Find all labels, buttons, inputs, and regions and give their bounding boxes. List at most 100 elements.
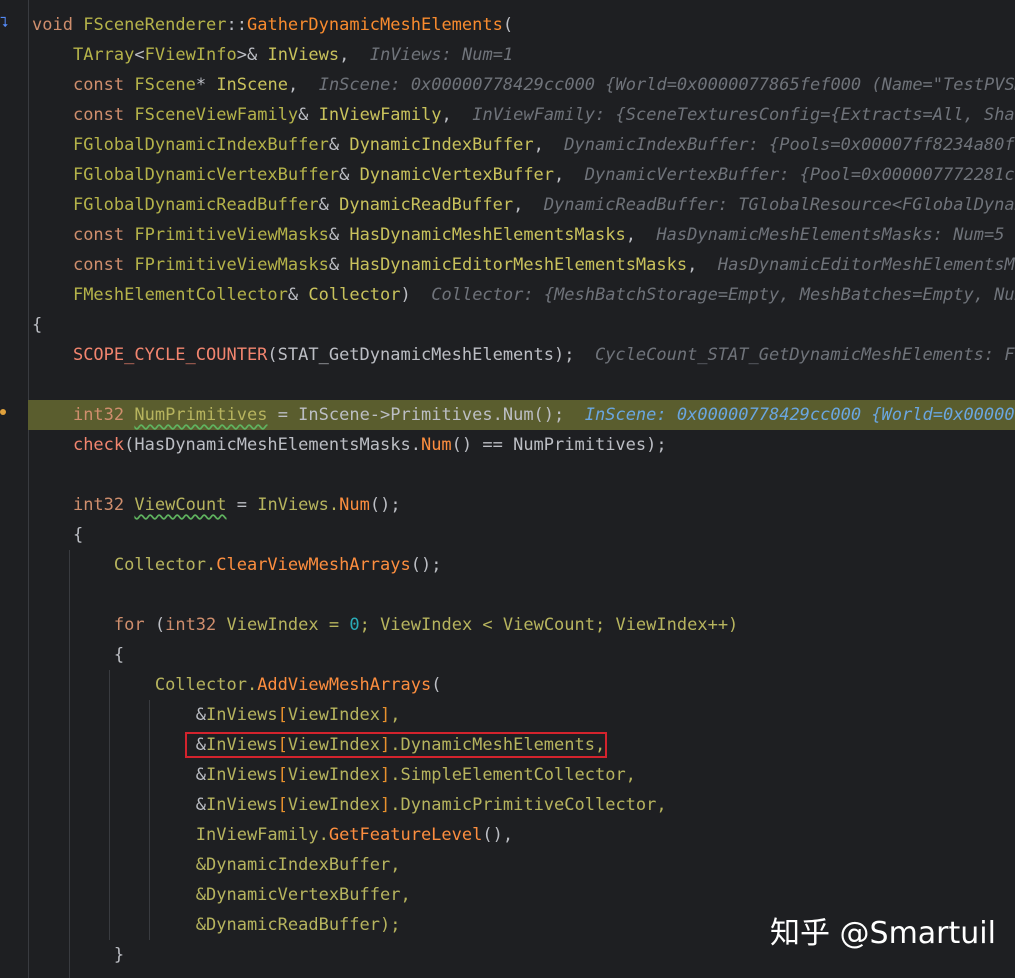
execution-point-icon bbox=[0, 409, 6, 415]
code-token: ; ViewIndex < ViewCount; ViewIndex++) bbox=[359, 615, 739, 635]
code-line[interactable]: { bbox=[32, 310, 1015, 340]
code-token: & bbox=[328, 225, 340, 245]
code-token: { bbox=[32, 525, 84, 545]
code-token: .SimpleElementCollector, bbox=[390, 765, 636, 785]
inline-debug-hint: InScene: 0x00000778429cc000 {World=0x000… bbox=[584, 405, 1015, 425]
code-token: SCOPE_CYCLE_COUNTER bbox=[72, 345, 268, 365]
code-line[interactable]: for (int32 ViewIndex = 0; ViewIndex < Vi… bbox=[32, 610, 1015, 640]
code-line[interactable]: InViewFamily.GetFeatureLevel(), bbox=[32, 820, 1015, 850]
inline-debug-hint: InScene: 0x00000778429cc000 {World=0x000… bbox=[318, 75, 1015, 95]
code-line[interactable]: Collector.ClearViewMeshArrays(); bbox=[32, 550, 1015, 580]
code-token: GetFeatureLevel bbox=[328, 825, 483, 845]
code-token: check bbox=[72, 435, 125, 455]
code-token: int32 bbox=[72, 405, 125, 425]
code-line[interactable]: &InViews[ViewIndex].SimpleElementCollect… bbox=[32, 760, 1015, 790]
code-line[interactable]: const FPrimitiveViewMasks& HasDynamicMes… bbox=[32, 220, 1015, 250]
code-token: FGlobalDynamicReadBuffer bbox=[72, 195, 319, 215]
code-line[interactable]: Collector.AddViewMeshArrays( bbox=[32, 670, 1015, 700]
code-line[interactable]: TArray<FViewInfo>& InViews, InViews: Num… bbox=[32, 40, 1015, 70]
code-line[interactable]: void FSceneRenderer::GatherDynamicMeshEl… bbox=[32, 10, 1015, 40]
code-token: ViewIndex bbox=[287, 795, 381, 815]
code-token: ] bbox=[380, 705, 391, 725]
code-line[interactable]: { bbox=[32, 640, 1015, 670]
code-line[interactable]: FGlobalDynamicReadBuffer& DynamicReadBuf… bbox=[32, 190, 1015, 220]
code-line[interactable]: &InViews[ViewIndex], bbox=[32, 700, 1015, 730]
code-line[interactable] bbox=[32, 580, 1015, 610]
code-line[interactable]: const FScene* InScene, InScene: 0x000007… bbox=[32, 70, 1015, 100]
code-token: HasDynamicEditorMeshElementsMasks bbox=[349, 255, 688, 275]
code-token: Collector. bbox=[154, 675, 258, 695]
code-line[interactable]: int32 NumPrimitives = InScene->Primitive… bbox=[32, 400, 1015, 430]
code-line[interactable]: &DynamicVertexBuffer, bbox=[32, 880, 1015, 910]
code-editor[interactable]: void FSceneRenderer::GatherDynamicMeshEl… bbox=[32, 10, 1015, 970]
code-line[interactable]: FMeshElementCollector& Collector) Collec… bbox=[32, 280, 1015, 310]
inline-debug-hint: HasDynamicEditorMeshElementsMas bbox=[717, 255, 1015, 275]
code-token: FViewInfo bbox=[144, 45, 237, 65]
code-line[interactable]: const FSceneViewFamily& InViewFamily, In… bbox=[32, 100, 1015, 130]
code-token: & bbox=[328, 135, 340, 155]
code-line[interactable]: { bbox=[32, 520, 1015, 550]
inline-debug-hint: InViews: Num=1 bbox=[369, 45, 514, 65]
code-token: (STAT_GetDynamicMeshElements); bbox=[267, 345, 575, 365]
inline-debug-hint: InViewFamily: {SceneTexturesConfig={Extr… bbox=[472, 105, 1015, 125]
code-line[interactable]: const FPrimitiveViewMasks& HasDynamicEdi… bbox=[32, 250, 1015, 280]
code-token: FGlobalDynamicVertexBuffer bbox=[72, 165, 340, 185]
code-token: , bbox=[625, 225, 636, 245]
code-line[interactable] bbox=[32, 370, 1015, 400]
code-token: const bbox=[72, 105, 125, 125]
code-token: NumPrimitives bbox=[134, 405, 268, 425]
code-token: AddViewMeshArrays bbox=[257, 675, 432, 695]
code-line[interactable]: &DynamicIndexBuffer, bbox=[32, 850, 1015, 880]
inline-debug-hint: Collector: {MeshBatchStorage=Empty, Mesh… bbox=[431, 285, 1015, 305]
code-token: TArray bbox=[72, 45, 135, 65]
code-token: InViewFamily bbox=[318, 105, 442, 125]
code-line[interactable]: FGlobalDynamicIndexBuffer& DynamicIndexB… bbox=[32, 130, 1015, 160]
function-name: GatherDynamicMeshElements bbox=[246, 15, 503, 35]
editor-gutter[interactable]: ⮧ bbox=[0, 0, 29, 978]
code-token: InViewFamily. bbox=[195, 825, 329, 845]
code-token: (); bbox=[410, 555, 442, 575]
code-line[interactable]: FGlobalDynamicVertexBuffer& DynamicVerte… bbox=[32, 160, 1015, 190]
code-token: ViewIndex bbox=[287, 705, 381, 725]
code-token: , bbox=[390, 705, 401, 725]
code-token: & bbox=[32, 765, 206, 785]
code-token: FScene bbox=[134, 75, 196, 95]
code-token: const bbox=[72, 225, 125, 245]
code-line[interactable]: SCOPE_CYCLE_COUNTER(STAT_GetDynamicMeshE… bbox=[32, 340, 1015, 370]
code-line[interactable]: int32 ViewCount = InViews.Num(); bbox=[32, 490, 1015, 520]
code-token: & bbox=[318, 195, 329, 215]
code-token: & bbox=[328, 255, 340, 275]
inline-debug-hint: DynamicReadBuffer: TGlobalResource<FGlob… bbox=[543, 195, 1015, 215]
code-line[interactable]: check(HasDynamicMeshElementsMasks.Num() … bbox=[32, 430, 1015, 460]
code-token: &DynamicIndexBuffer, bbox=[195, 855, 401, 875]
code-token: InViews. bbox=[257, 495, 340, 515]
code-token: [ bbox=[277, 795, 288, 815]
code-token: * bbox=[195, 75, 207, 95]
code-line[interactable] bbox=[32, 460, 1015, 490]
code-line[interactable]: &InViews[ViewIndex].DynamicPrimitiveColl… bbox=[32, 790, 1015, 820]
code-token: & bbox=[339, 165, 350, 185]
